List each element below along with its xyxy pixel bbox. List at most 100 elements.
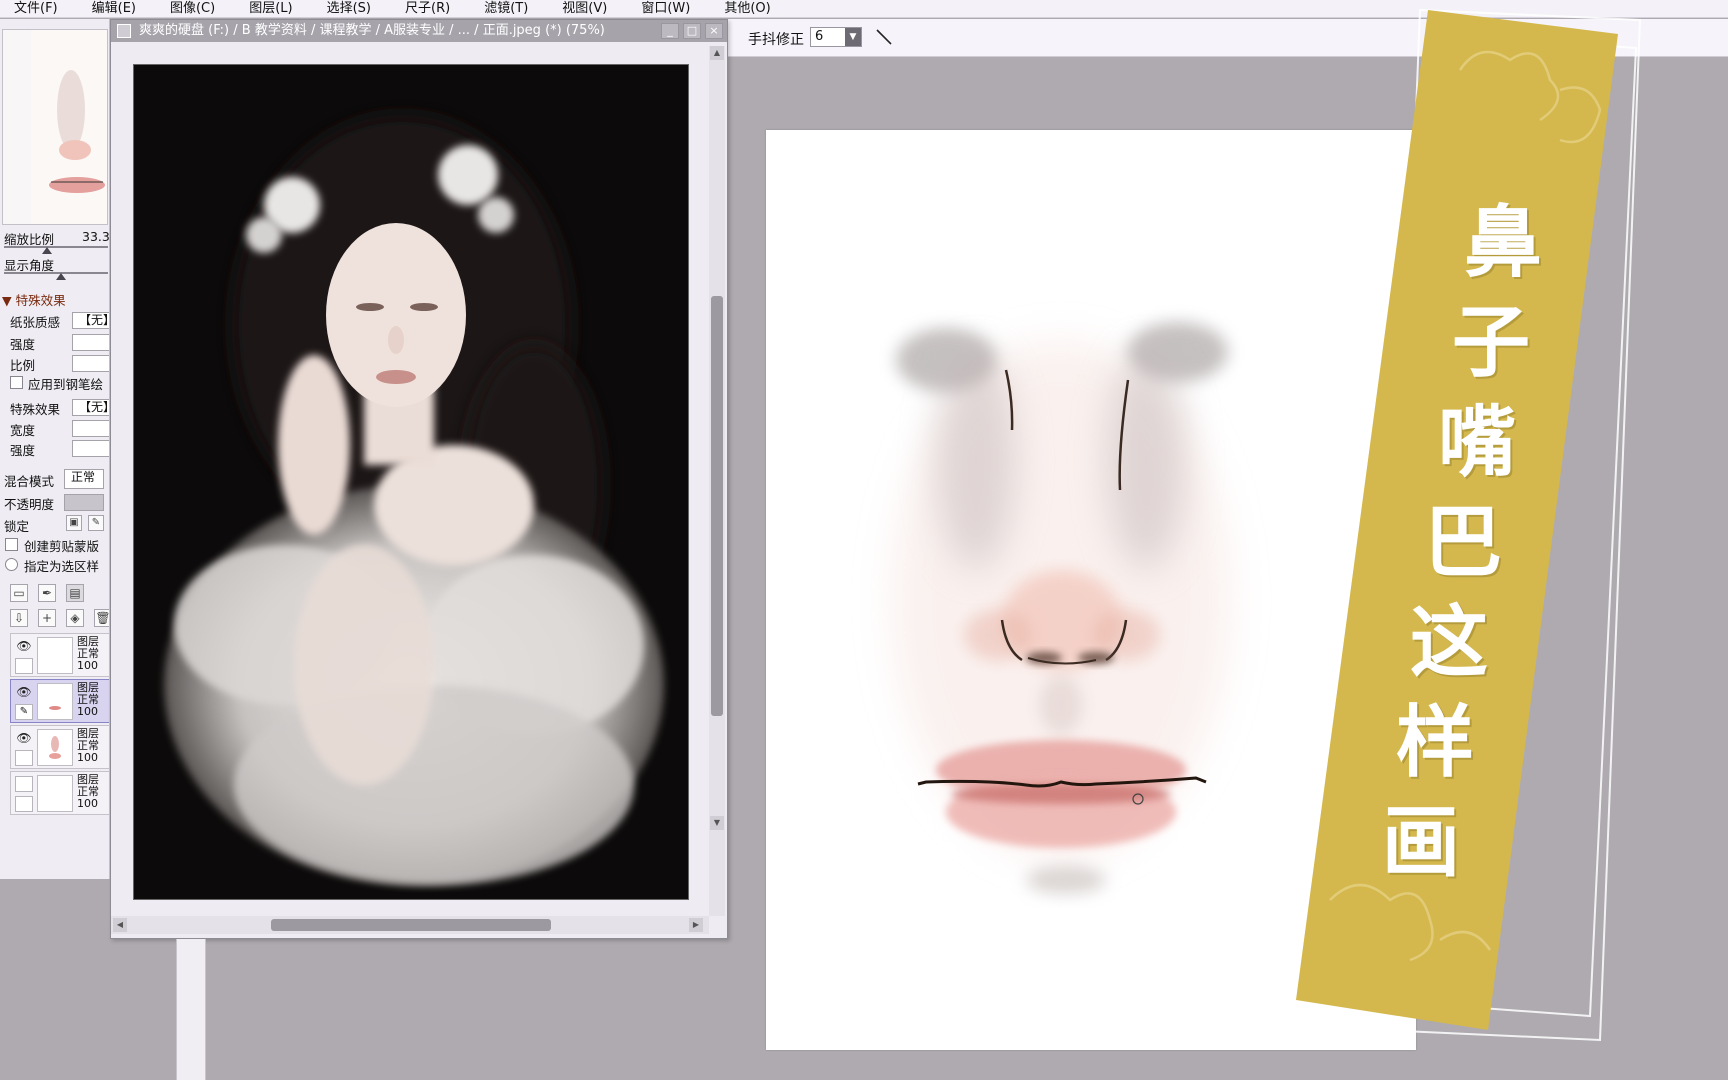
layer-lock-box[interactable] (15, 796, 33, 812)
clip-mask-checkbox[interactable] (5, 538, 18, 551)
zoom-slider[interactable] (4, 246, 108, 248)
apply-brush-checkbox[interactable] (10, 376, 23, 389)
eye-icon[interactable]: 👁 (15, 638, 33, 654)
layer-info: 图层 正常 100 (77, 773, 99, 810)
reference-window-titlebar[interactable]: 爽爽的硬盘 (F:) / B 教学资料 / 课程教学 / A服装专业 / ...… (111, 20, 727, 42)
maximize-icon[interactable]: □ (683, 23, 701, 39)
menu-view[interactable]: 视图(V) (562, 0, 607, 18)
drawing-canvas[interactable] (766, 130, 1416, 1050)
layer-lock-box[interactable] (15, 658, 33, 674)
scale-input[interactable] (72, 355, 109, 372)
banner-char: 子 (1452, 297, 1531, 388)
opacity-label: 不透明度 (4, 497, 55, 512)
transfer-down-icon[interactable]: ⇩ (10, 609, 28, 627)
layer-info: 图层 正常 100 (77, 681, 99, 718)
navigator-thumbnail (31, 30, 107, 224)
panel-stub (176, 939, 206, 1080)
special-effects-header[interactable]: ▼ 特殊效果 (2, 290, 66, 309)
scroll-down-icon[interactable]: ▼ (710, 816, 724, 830)
left-tool-panel: 缩放比例 33.3 显示角度 ▼ 特殊效果 纸张质感 【无】 强度 比例 应用到… (0, 19, 110, 879)
menu-ruler[interactable]: 尺子(R) (405, 0, 450, 18)
banner-char: 画 (1382, 797, 1461, 888)
scroll-left-icon[interactable]: ◀ (113, 918, 127, 932)
new-linework-layer-icon[interactable]: ✒ (38, 584, 56, 602)
menu-edit[interactable]: 编辑(E) (92, 0, 136, 18)
layer-info: 图层 正常 100 (77, 727, 99, 764)
clip-mask-label: 创建剪贴蒙版 (24, 539, 100, 554)
reference-photo (133, 64, 689, 900)
strength2-label: 强度 (10, 443, 36, 458)
layer-item-active[interactable]: 👁 ✎ 图层 正常 100 (10, 679, 109, 723)
menu-layer[interactable]: 图层(L) (249, 0, 292, 18)
zoom-value[interactable]: 33.3 (82, 229, 109, 244)
menu-select[interactable]: 选择(S) (327, 0, 371, 18)
chevron-down-icon[interactable]: ▼ (845, 28, 861, 46)
horizontal-scroll-thumb[interactable] (271, 919, 551, 931)
menu-image[interactable]: 图像(C) (170, 0, 215, 18)
layer-item[interactable]: 👁 图层 正常 100 (10, 725, 109, 769)
blend-mode-label: 混合模式 (4, 474, 55, 489)
banner-char: 鼻 (1464, 197, 1543, 288)
zoom-slider-thumb[interactable] (42, 247, 52, 254)
new-layer-icon[interactable]: ▭ (10, 584, 28, 602)
layer-item[interactable]: 图层 正常 100 (10, 771, 109, 815)
menu-bar: 文件(F) 编辑(E) 图像(C) 图层(L) 选择(S) 尺子(R) 滤镜(T… (0, 0, 1728, 18)
merge-down-icon[interactable]: + (38, 609, 56, 627)
layer-thumbnail (37, 729, 73, 766)
banner-char: 嘴 (1438, 397, 1517, 488)
stabilizer-label: 手抖修正 (748, 32, 804, 48)
eye-icon[interactable]: 👁 (15, 730, 33, 746)
line-tool-icon[interactable] (874, 27, 894, 47)
selection-source-radio[interactable] (5, 558, 18, 571)
horizontal-scrollbar[interactable]: ◀ ▶ (111, 916, 709, 934)
layer-lock-box[interactable] (15, 750, 33, 766)
blend-mode-select[interactable]: 正常 (64, 469, 104, 489)
reference-window[interactable]: 爽爽的硬盘 (F:) / B 教学资料 / 课程教学 / A服装专业 / ...… (110, 19, 728, 939)
angle-slider-thumb[interactable] (56, 273, 66, 280)
paper-texture-select[interactable]: 【无】 (72, 312, 109, 329)
opacity-slider[interactable] (64, 494, 104, 511)
scroll-right-icon[interactable]: ▶ (689, 918, 703, 932)
layer-thumbnail (37, 683, 73, 720)
minimize-icon[interactable]: _ (661, 23, 679, 39)
strength-input[interactable] (72, 334, 109, 351)
layer-thumbnail (37, 637, 73, 674)
layer-info: 图层 正常 100 (77, 635, 99, 672)
apply-brush-label: 应用到钢笔绘 (28, 377, 104, 392)
pencil-icon[interactable]: ✎ (15, 704, 33, 720)
close-icon[interactable]: × (705, 23, 723, 39)
reference-window-title: 爽爽的硬盘 (F:) / B 教学资料 / 课程教学 / A服装专业 / ...… (139, 23, 605, 38)
banner-char: 巴 (1424, 497, 1503, 588)
menu-file[interactable]: 文件(F) (14, 0, 58, 18)
stabilizer-select[interactable]: 6 ▼ (810, 27, 862, 47)
layer-item[interactable]: 👁 图层 正常 100 (10, 633, 109, 677)
stabilizer-value: 6 (815, 29, 824, 44)
menu-other[interactable]: 其他(O) (724, 0, 770, 18)
width-input[interactable] (72, 420, 109, 437)
vertical-scroll-thumb[interactable] (711, 296, 723, 716)
eye-icon[interactable]: 👁 (15, 684, 33, 700)
scroll-up-icon[interactable]: ▲ (710, 46, 724, 60)
lock-label: 锁定 (4, 519, 30, 534)
lock-paint-icon[interactable]: ✎ (88, 515, 104, 531)
window-icon (117, 24, 131, 38)
delete-layer-icon[interactable]: 🗑 (94, 609, 109, 627)
banner-char: 这 (1410, 597, 1489, 688)
strength-label: 强度 (10, 337, 36, 352)
vertical-scrollbar[interactable]: ▲ ▼ (709, 46, 725, 916)
nose-mouth-drawing (891, 322, 1231, 894)
banner-char: 样 (1396, 697, 1475, 788)
lock-transparency-icon[interactable]: ▣ (66, 515, 82, 531)
visibility-box[interactable] (15, 776, 33, 792)
paper-texture-label: 纸张质感 (10, 315, 61, 330)
selection-source-label: 指定为选区样 (24, 559, 100, 574)
effect-select[interactable]: 【无】 (72, 399, 109, 416)
new-folder-icon[interactable]: ▤ (66, 584, 84, 602)
menu-filter[interactable]: 滤镜(T) (484, 0, 528, 18)
strength2-input[interactable] (72, 440, 109, 457)
navigator-preview[interactable] (2, 29, 108, 225)
banner-text: 鼻 子 嘴 巴 这 样 画 (1372, 180, 1572, 888)
clear-layer-icon[interactable]: ◈ (66, 609, 84, 627)
menu-window[interactable]: 窗口(W) (641, 0, 690, 18)
effect-label: 特殊效果 (10, 402, 61, 417)
